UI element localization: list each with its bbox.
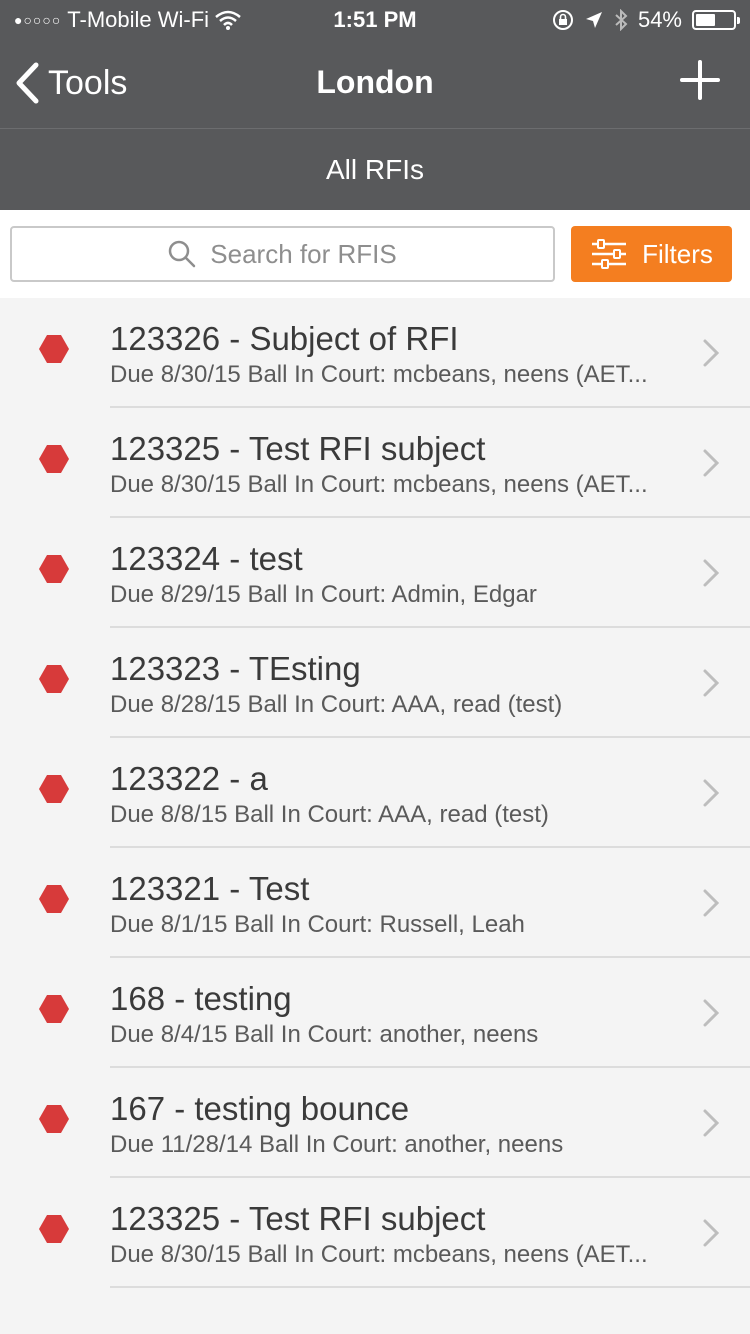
chevron-right-icon bbox=[703, 1109, 720, 1137]
list-item[interactable]: 123324 - test Due 8/29/15 Ball In Court:… bbox=[0, 518, 750, 628]
rfi-title: 123326 - Subject of RFI bbox=[110, 320, 459, 357]
bluetooth-icon bbox=[615, 9, 628, 31]
chevron-right-icon bbox=[703, 779, 720, 807]
status-octagon-icon bbox=[39, 335, 69, 363]
location-arrow-icon bbox=[585, 12, 602, 28]
rfi-title: 123325 - Test RFI subject bbox=[110, 1200, 486, 1237]
carrier-label: T-Mobile Wi-Fi bbox=[67, 7, 210, 32]
filters-button[interactable]: Filters bbox=[571, 226, 732, 282]
chevron-right-icon bbox=[703, 669, 720, 697]
chevron-right-icon bbox=[703, 339, 720, 367]
add-icon[interactable] bbox=[680, 60, 720, 100]
status-bar: ●○○○○ T-Mobile Wi-Fi 1:51 PM 54% bbox=[0, 0, 750, 40]
status-octagon-icon bbox=[39, 775, 69, 803]
battery-percent: 54% bbox=[637, 7, 682, 32]
battery-fill bbox=[696, 14, 716, 26]
rfi-title: 123323 - TEsting bbox=[110, 650, 361, 687]
list-item[interactable]: 123322 - a Due 8/8/15 Ball In Court: AAA… bbox=[0, 738, 750, 848]
list-item[interactable]: 123321 - Test Due 8/1/15 Ball In Court: … bbox=[0, 848, 750, 958]
nav-bar: Tools London bbox=[0, 40, 750, 128]
divider bbox=[110, 1286, 750, 1288]
status-octagon-icon bbox=[39, 445, 69, 473]
search-icon bbox=[169, 240, 196, 268]
search-placeholder: Search for RFIS bbox=[210, 238, 397, 269]
chevron-right-icon bbox=[703, 1219, 720, 1247]
rfi-subtitle: Due 8/30/15 Ball In Court: mcbeans, neen… bbox=[110, 361, 648, 388]
list-item[interactable]: 123326 - Subject of RFI Due 8/30/15 Ball… bbox=[0, 298, 750, 408]
rfi-title: 123322 - a bbox=[110, 760, 268, 797]
orientation-lock-icon bbox=[552, 10, 573, 30]
wifi-icon bbox=[215, 10, 241, 30]
filters-label: Filters bbox=[642, 238, 713, 269]
chevron-right-icon bbox=[703, 559, 720, 587]
rfi-subtitle: Due 8/8/15 Ball In Court: AAA, read (tes… bbox=[110, 801, 549, 828]
battery-icon bbox=[692, 10, 740, 30]
list-item[interactable]: 123325 - Test RFI subject Due 8/30/15 Ba… bbox=[0, 408, 750, 518]
rfi-title: 123325 - Test RFI subject bbox=[110, 430, 486, 467]
rfi-subtitle: Due 8/4/15 Ball In Court: another, neens bbox=[110, 1021, 539, 1048]
status-octagon-icon bbox=[39, 1215, 69, 1243]
rfi-title: 123324 - test bbox=[110, 540, 303, 577]
rfi-list: 123326 - Subject of RFI Due 8/30/15 Ball… bbox=[0, 298, 750, 1288]
rfi-subtitle: Due 8/1/15 Ball In Court: Russell, Leah bbox=[110, 911, 525, 938]
rfi-title: 167 - testing bounce bbox=[110, 1090, 410, 1127]
search-input[interactable]: Search for RFIS bbox=[10, 226, 555, 282]
chevron-right-icon bbox=[703, 999, 720, 1027]
chevron-right-icon bbox=[703, 889, 720, 917]
list-item[interactable]: 168 - testing Due 8/4/15 Ball In Court: … bbox=[0, 958, 750, 1068]
status-octagon-icon bbox=[39, 555, 69, 583]
status-octagon-icon bbox=[39, 885, 69, 913]
rfi-subtitle: Due 8/28/15 Ball In Court: AAA, read (te… bbox=[110, 691, 563, 718]
rfi-title: 168 - testing bbox=[110, 980, 292, 1017]
signal-dots-icon: ●○○○○ bbox=[14, 12, 62, 28]
section-title: All RFIs bbox=[326, 153, 424, 185]
list-item[interactable]: 167 - testing bounce Due 11/28/14 Ball I… bbox=[0, 1068, 750, 1178]
status-octagon-icon bbox=[39, 995, 69, 1023]
rfi-subtitle: Due 11/28/14 Ball In Court: another, nee… bbox=[110, 1131, 564, 1158]
rfi-title: 123321 - Test bbox=[110, 870, 310, 907]
chevron-right-icon bbox=[703, 449, 720, 477]
status-octagon-icon bbox=[39, 1105, 69, 1133]
status-octagon-icon bbox=[39, 665, 69, 693]
search-toolbar: Search for RFIS Filters bbox=[0, 210, 750, 298]
page-title: London bbox=[316, 64, 434, 100]
list-item[interactable]: 123323 - TEsting Due 8/28/15 Ball In Cou… bbox=[0, 628, 750, 738]
rfi-subtitle: Due 8/30/15 Ball In Court: mcbeans, neen… bbox=[110, 471, 648, 498]
rfi-subtitle: Due 8/29/15 Ball In Court: Admin, Edgar bbox=[110, 581, 537, 608]
list-item[interactable]: 123325 - Test RFI subject Due 8/30/15 Ba… bbox=[0, 1178, 750, 1288]
section-header: All RFIs bbox=[0, 128, 750, 210]
rfi-subtitle: Due 8/30/15 Ball In Court: mcbeans, neen… bbox=[110, 1241, 648, 1268]
sliders-icon bbox=[592, 239, 627, 269]
